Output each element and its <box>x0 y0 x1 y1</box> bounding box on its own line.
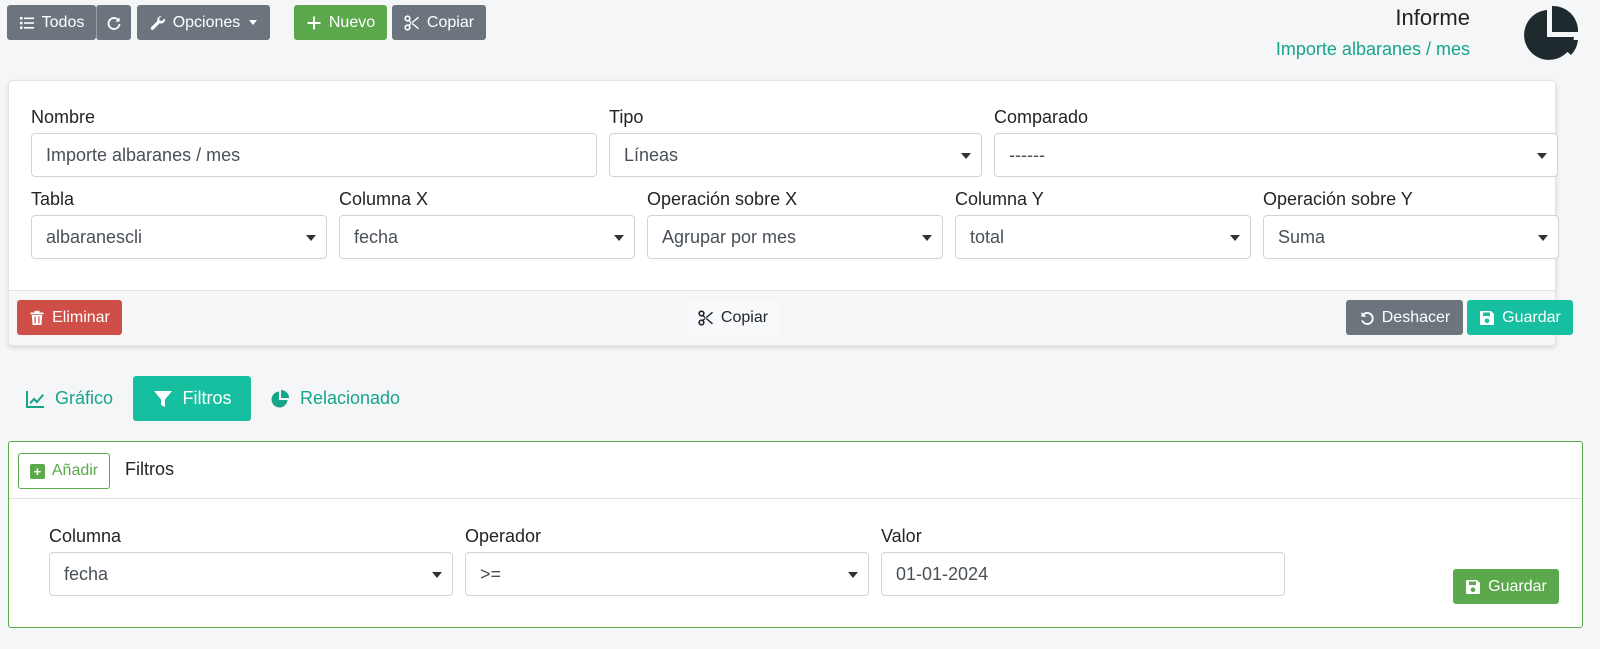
pie-chart-logo-icon <box>1524 5 1579 60</box>
filter-columna-value: fecha <box>64 563 109 584</box>
nombre-value: Importe albaranes / mes <box>46 144 241 165</box>
tab-grafico-label: Gráfico <box>55 388 114 408</box>
nombre-input[interactable]: Importe albaranes / mes <box>31 133 597 177</box>
caret-down-icon <box>306 235 316 241</box>
eliminar-button[interactable]: Eliminar <box>17 300 122 335</box>
card-footer: Eliminar Copiar Deshacer Guardar <box>9 290 1573 345</box>
copiar-label: Copiar <box>426 13 475 31</box>
caret-down-icon <box>848 572 858 578</box>
filter-operador-label: Operador <box>465 526 542 546</box>
filters-title: Filtros <box>125 459 174 479</box>
scissors-icon <box>404 14 419 31</box>
report-form-card: Nombre Importe albaranes / mes Tipo Líne… <box>8 80 1573 346</box>
tipo-value: Líneas <box>624 144 679 165</box>
comparado-select[interactable]: ------ <box>994 133 1558 177</box>
copiar-footer-label: Copiar <box>720 308 769 326</box>
caret-down-icon <box>922 235 932 241</box>
columna-y-value: total <box>970 226 1005 247</box>
undo-icon <box>1360 311 1374 325</box>
trash-icon <box>30 310 44 325</box>
guardar-label: Guardar <box>1502 308 1561 326</box>
tabla-value: albaranescli <box>46 226 143 247</box>
line-chart-icon <box>26 390 44 408</box>
deshacer-label: Deshacer <box>1381 308 1451 326</box>
deshacer-button[interactable]: Deshacer <box>1346 300 1463 335</box>
nuevo-label: Nuevo <box>328 13 376 31</box>
operacion-y-label: Operación sobre Y <box>1263 189 1413 209</box>
save-icon <box>1466 579 1481 594</box>
page-subtitle: Importe albaranes / mes <box>1275 39 1470 59</box>
columna-x-select[interactable]: fecha <box>339 215 635 259</box>
caret-down-icon <box>432 572 442 578</box>
eliminar-label: Eliminar <box>52 308 110 326</box>
operacion-x-value: Agrupar por mes <box>662 226 797 247</box>
wrench-icon <box>150 15 165 30</box>
filter-columna-select[interactable]: fecha <box>49 552 453 596</box>
columna-y-label: Columna Y <box>955 189 1044 209</box>
filter-valor-input[interactable]: 01-01-2024 <box>881 552 1285 596</box>
caret-down-icon <box>614 235 624 241</box>
add-filter-button[interactable]: + Añadir <box>18 453 110 489</box>
filter-columna-label: Columna <box>49 526 122 546</box>
guardar-button[interactable]: Guardar <box>1467 300 1573 335</box>
filter-guardar-button[interactable]: Guardar <box>1453 569 1559 604</box>
filters-panel-header: + Añadir Filtros <box>9 442 1582 499</box>
tab-grafico[interactable]: Gráfico <box>7 376 131 421</box>
refresh-icon <box>107 16 120 30</box>
nuevo-button[interactable]: Nuevo <box>294 5 387 40</box>
list-icon <box>19 16 34 29</box>
tabla-label: Tabla <box>31 189 75 209</box>
refresh-button[interactable] <box>96 5 131 40</box>
filter-operador-value: >= <box>480 563 502 584</box>
operacion-y-value: Suma <box>1278 226 1326 247</box>
nombre-label: Nombre <box>31 107 96 127</box>
comparado-label: Comparado <box>994 107 1089 127</box>
page-title: Informe <box>1395 5 1470 30</box>
tipo-label: Tipo <box>609 107 644 127</box>
tabla-select[interactable]: albaranescli <box>31 215 327 259</box>
scissors-icon <box>698 309 713 326</box>
tab-relacionado-label: Relacionado <box>300 388 401 408</box>
filter-valor-value: 01-01-2024 <box>896 563 989 584</box>
filter-operador-select[interactable]: >= <box>465 552 869 596</box>
tab-relacionado[interactable]: Relacionado <box>252 376 418 421</box>
columna-y-select[interactable]: total <box>955 215 1251 259</box>
opciones-button[interactable]: Opciones <box>137 5 270 40</box>
filter-icon <box>153 390 172 407</box>
copiar-footer-button[interactable]: Copiar <box>686 300 780 335</box>
caret-down-icon <box>1538 235 1548 241</box>
filter-guardar-label: Guardar <box>1488 577 1547 595</box>
operacion-x-label: Operación sobre X <box>647 189 798 209</box>
plus-square-icon: + <box>29 463 45 479</box>
pie-chart-icon <box>271 389 289 407</box>
comparado-value: ------ <box>1009 144 1045 165</box>
tipo-select[interactable]: Líneas <box>609 133 982 177</box>
todos-label: Todos <box>41 13 85 31</box>
columna-x-label: Columna X <box>339 189 429 209</box>
caret-down-icon <box>1537 153 1547 159</box>
plus-icon <box>307 16 321 29</box>
add-filter-label: Añadir <box>51 462 99 479</box>
caret-down-icon <box>961 153 971 159</box>
chevron-down-icon <box>249 20 258 25</box>
opciones-label: Opciones <box>172 13 241 31</box>
operacion-y-select[interactable]: Suma <box>1263 215 1559 259</box>
tab-filtros[interactable]: Filtros <box>133 376 251 421</box>
copiar-button[interactable]: Copiar <box>392 5 486 40</box>
todos-button[interactable]: Todos <box>7 5 96 40</box>
columna-x-value: fecha <box>354 226 399 247</box>
operacion-x-select[interactable]: Agrupar por mes <box>647 215 943 259</box>
caret-down-icon <box>1230 235 1240 241</box>
tab-filtros-label: Filtros <box>182 388 232 408</box>
save-icon <box>1480 310 1495 325</box>
filter-valor-label: Valor <box>881 526 922 546</box>
title-block: Informe Importe albaranes / mes <box>1276 6 1470 60</box>
filters-panel: + Añadir Filtros Columna fecha Operador … <box>8 441 1583 628</box>
